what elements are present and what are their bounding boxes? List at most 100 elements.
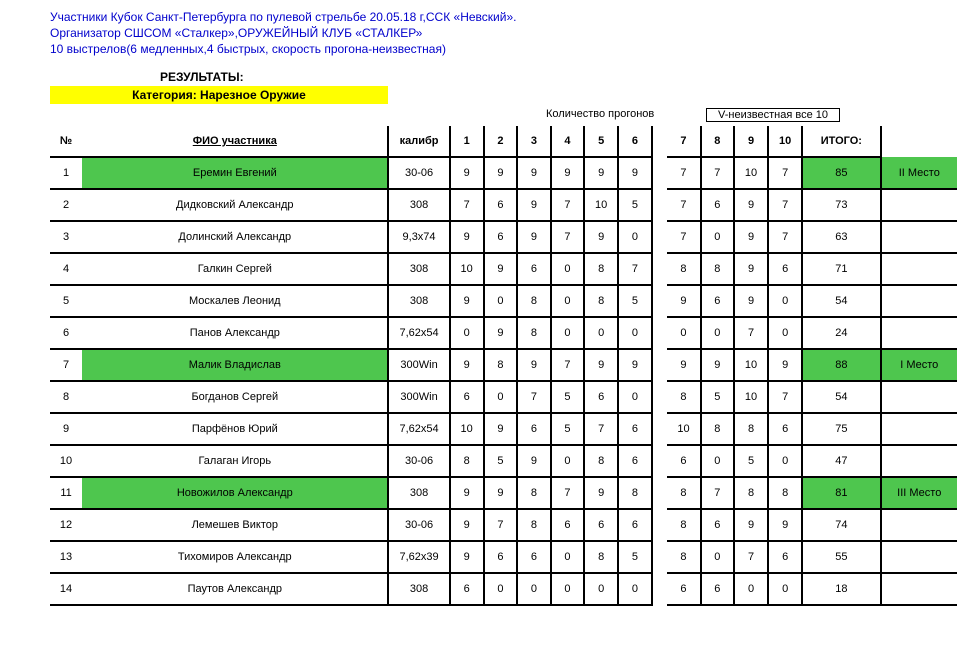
cell-score: 6: [768, 253, 802, 285]
cell-score: 6: [618, 445, 651, 477]
cell-score: 9: [734, 285, 768, 317]
col-total: ИТОГО:: [802, 126, 880, 157]
cell-score: 9: [450, 509, 484, 541]
cell-score: 8: [517, 477, 550, 509]
gap: [652, 541, 668, 573]
cell-caliber: 30-06: [388, 157, 449, 189]
cell-caliber: 9,3х74: [388, 221, 449, 253]
col-num: №: [50, 126, 82, 157]
cell-score: 8: [584, 285, 618, 317]
cell-score: 5: [618, 541, 651, 573]
results-table: № ФИО участника калибр 1 2 3 4 5 6 7 8 9…: [50, 126, 957, 606]
cell-name: Паутов Александр: [82, 573, 388, 605]
cell-num: 1: [50, 157, 82, 189]
cell-num: 10: [50, 445, 82, 477]
cell-score: 8: [768, 477, 802, 509]
col-s3: 3: [517, 126, 550, 157]
cell-score: 6: [584, 381, 618, 413]
cell-caliber: 300Win: [388, 381, 449, 413]
table-row: 6Панов Александр7,62х54098000007024: [50, 317, 957, 349]
table-row: 9Парфёнов Юрий7,62х5410965761088675: [50, 413, 957, 445]
cell-score: 9: [551, 157, 584, 189]
cell-score: 0: [484, 381, 517, 413]
cell-name: Тихомиров Александр: [82, 541, 388, 573]
cell-score: 10: [450, 413, 484, 445]
gap: [652, 477, 668, 509]
cell-total: 63: [802, 221, 880, 253]
cell-score: 8: [734, 477, 768, 509]
cell-score: 8: [584, 253, 618, 285]
cell-num: 4: [50, 253, 82, 285]
cell-total: 85: [802, 157, 880, 189]
cell-num: 11: [50, 477, 82, 509]
cell-place: [881, 413, 957, 445]
cell-score: 9: [584, 477, 618, 509]
cell-score: 0: [618, 573, 651, 605]
cell-place: II Место: [881, 157, 957, 189]
cell-score: 6: [667, 445, 700, 477]
gap: [652, 285, 668, 317]
col-s1: 1: [450, 126, 484, 157]
table-row: 13Тихомиров Александр7,62х39966085807655: [50, 541, 957, 573]
cell-score: 0: [768, 573, 802, 605]
gap: [652, 317, 668, 349]
cell-total: 55: [802, 541, 880, 573]
cell-score: 7: [484, 509, 517, 541]
cell-score: 7: [551, 189, 584, 221]
col-caliber: калибр: [388, 126, 449, 157]
cell-total: 54: [802, 285, 880, 317]
cell-score: 8: [517, 285, 550, 317]
cell-score: 9: [584, 349, 618, 381]
gap: [652, 221, 668, 253]
cell-score: 7: [667, 221, 700, 253]
cell-score: 7: [734, 317, 768, 349]
cell-score: 9: [618, 349, 651, 381]
cell-num: 12: [50, 509, 82, 541]
cell-score: 7: [667, 157, 700, 189]
cell-name: Богданов Сергей: [82, 381, 388, 413]
cell-score: 6: [551, 509, 584, 541]
cell-name: Панов Александр: [82, 317, 388, 349]
cell-num: 7: [50, 349, 82, 381]
cell-score: 6: [484, 541, 517, 573]
cell-score: 0: [484, 573, 517, 605]
cell-score: 9: [768, 509, 802, 541]
cell-score: 6: [618, 509, 651, 541]
cell-score: 0: [734, 573, 768, 605]
cell-score: 9: [734, 509, 768, 541]
col-s4: 4: [551, 126, 584, 157]
cell-score: 6: [484, 189, 517, 221]
cell-score: 7: [734, 541, 768, 573]
cell-name: Дидковский Александр: [82, 189, 388, 221]
cell-score: 5: [618, 285, 651, 317]
cell-score: 8: [734, 413, 768, 445]
col-s7: 7: [667, 126, 700, 157]
cell-name: Долинский Александр: [82, 221, 388, 253]
cell-num: 8: [50, 381, 82, 413]
cell-score: 10: [450, 253, 484, 285]
table-row: 7Малик Владислав300Win9897999910988I Мес…: [50, 349, 957, 381]
gap: [652, 413, 668, 445]
col-s5: 5: [584, 126, 618, 157]
cell-score: 0: [551, 253, 584, 285]
cell-place: [881, 221, 957, 253]
cell-score: 0: [768, 285, 802, 317]
cell-name: Парфёнов Юрий: [82, 413, 388, 445]
cell-score: 9: [484, 477, 517, 509]
cell-score: 0: [551, 573, 584, 605]
cell-score: 8: [584, 445, 618, 477]
cell-num: 13: [50, 541, 82, 573]
header-line-1: Участники Кубок Санкт-Петербурга по пуле…: [50, 10, 957, 24]
cell-score: 7: [551, 349, 584, 381]
cell-place: [881, 317, 957, 349]
cell-place: [881, 541, 957, 573]
cell-score: 9: [450, 349, 484, 381]
col-s8: 8: [701, 126, 734, 157]
cell-name: Москалев Леонид: [82, 285, 388, 317]
cell-score: 10: [734, 157, 768, 189]
cell-score: 8: [484, 349, 517, 381]
header-line-2: Организатор СШСОМ «Сталкер»,ОРУЖЕЙНЫЙ КЛ…: [50, 26, 957, 40]
cell-score: 9: [484, 317, 517, 349]
cell-score: 9: [768, 349, 802, 381]
cell-total: 88: [802, 349, 880, 381]
